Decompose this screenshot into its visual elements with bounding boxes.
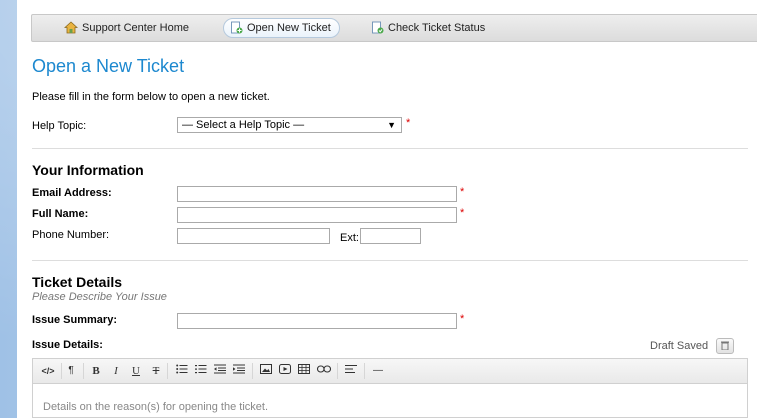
indent-icon <box>233 364 245 374</box>
section-divider <box>32 260 748 261</box>
align-left-icon <box>345 365 357 373</box>
image-icon <box>260 364 272 374</box>
editor-toolbar: </> ¶ B I U T — <box>32 358 748 384</box>
ticket-details-subtitle: Please Describe Your Issue <box>32 291 167 303</box>
phone-field[interactable] <box>177 228 330 244</box>
issue-details-placeholder: Details on the reason(s) for opening the… <box>43 401 269 413</box>
table-icon <box>298 364 310 374</box>
italic-button[interactable]: I <box>111 364 121 378</box>
insert-link-button[interactable] <box>316 364 332 378</box>
delete-draft-button[interactable] <box>716 338 734 354</box>
phone-label: Phone Number: <box>32 229 110 241</box>
trash-icon <box>721 341 729 351</box>
unordered-list-button[interactable] <box>175 364 189 378</box>
intro-text: Please fill in the form below to open a … <box>32 91 270 103</box>
ext-field[interactable] <box>360 228 421 244</box>
issue-summary-field[interactable] <box>177 313 457 329</box>
issue-details-editor[interactable]: Details on the reason(s) for opening the… <box>32 384 748 418</box>
align-button[interactable] <box>344 364 358 378</box>
full-name-required-mark: * <box>460 207 465 219</box>
email-required-mark: * <box>460 186 465 198</box>
nav-open-new-ticket[interactable]: Open New Ticket <box>223 18 340 38</box>
full-name-label: Full Name: <box>32 208 89 220</box>
help-topic-select[interactable]: — Select a Help Topic — ▼ <box>177 117 402 133</box>
horizontal-rule-button[interactable]: — <box>371 364 385 378</box>
help-topic-label: Help Topic: <box>32 120 87 132</box>
toolbar-separator <box>252 363 253 379</box>
toolbar-separator <box>167 363 168 379</box>
ticket-details-title: Ticket Details <box>32 274 123 290</box>
outdent-icon <box>214 364 226 374</box>
insert-image-button[interactable] <box>259 364 273 378</box>
link-icon <box>316 365 332 373</box>
underline-button[interactable]: U <box>131 364 141 378</box>
insert-table-button[interactable] <box>297 364 311 378</box>
issue-summary-label: Issue Summary: <box>32 314 117 326</box>
new-ticket-icon <box>231 21 243 34</box>
outdent-button[interactable] <box>213 364 227 378</box>
issue-summary-required-mark: * <box>460 313 465 325</box>
nav-open-label: Open New Ticket <box>247 22 331 34</box>
ticket-status-icon <box>372 21 384 34</box>
draft-status: Draft Saved <box>650 340 709 352</box>
dropdown-arrow-icon: ▼ <box>387 120 396 130</box>
email-label: Email Address: <box>32 187 112 199</box>
toolbar-separator <box>61 363 62 379</box>
nav-support-center-home[interactable]: Support Center Home <box>58 18 197 38</box>
email-field[interactable] <box>177 186 457 202</box>
strikethrough-button[interactable]: T <box>151 364 161 378</box>
issue-details-label: Issue Details: <box>32 339 103 351</box>
toolbar-separator <box>337 363 338 379</box>
your-information-title: Your Information <box>32 162 144 178</box>
ext-label: Ext: <box>340 232 359 244</box>
toolbar-separator <box>83 363 84 379</box>
bold-button[interactable]: B <box>91 364 101 378</box>
nav-bar: Support Center Home Open New Ticket Chec… <box>31 14 757 42</box>
nav-home-label: Support Center Home <box>82 22 189 34</box>
indent-button[interactable] <box>232 364 246 378</box>
video-icon <box>279 364 291 374</box>
home-icon <box>63 21 79 34</box>
html-code-button[interactable]: </> <box>41 364 55 378</box>
full-name-field[interactable] <box>177 207 457 223</box>
unordered-list-icon <box>176 364 188 374</box>
section-divider <box>32 148 748 149</box>
nav-status-label: Check Ticket Status <box>388 22 486 34</box>
insert-video-button[interactable] <box>278 364 292 378</box>
paragraph-format-button[interactable]: ¶ <box>65 364 77 378</box>
ordered-list-button[interactable] <box>194 364 208 378</box>
nav-check-ticket-status[interactable]: Check Ticket Status <box>365 18 493 38</box>
ordered-list-icon <box>195 365 207 374</box>
help-topic-selected: — Select a Help Topic — <box>182 119 305 131</box>
page-title: Open a New Ticket <box>32 56 185 76</box>
support-page: Support Center Home Open New Ticket Chec… <box>17 0 757 418</box>
help-topic-required-mark: * <box>406 117 411 129</box>
toolbar-separator <box>364 363 365 379</box>
